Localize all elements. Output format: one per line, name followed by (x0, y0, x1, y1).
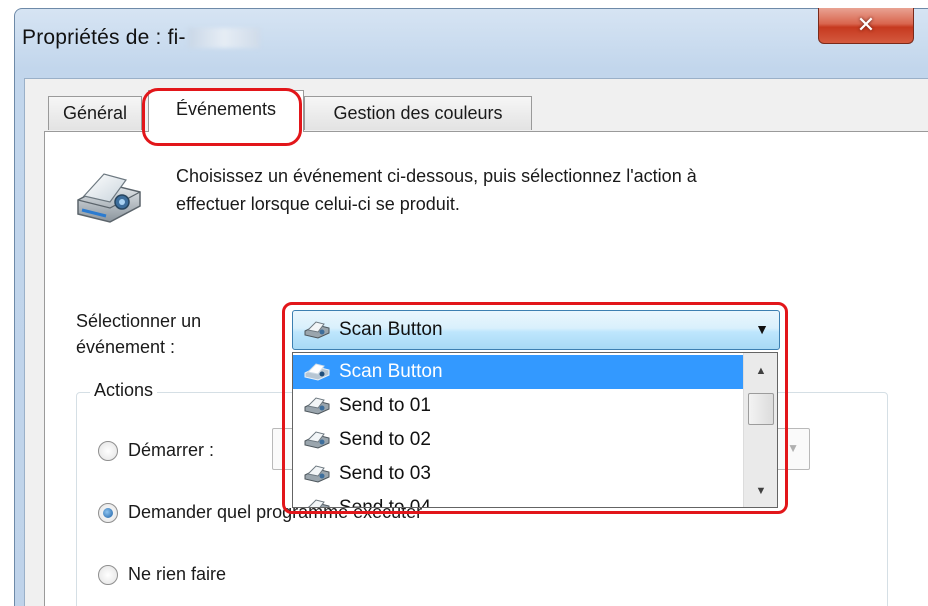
radio-do-nothing[interactable]: Ne rien faire (98, 564, 226, 585)
radio-button[interactable] (98, 502, 118, 523)
select-event-label-line: événement : (76, 337, 176, 357)
scanner-small-icon (304, 431, 330, 449)
tab-label: Général (62, 103, 128, 123)
close-button[interactable]: ✕ (818, 8, 914, 44)
list-item-label: Send to 01 (339, 395, 431, 416)
tab-label: Événements (175, 99, 277, 119)
scanner-small-icon (304, 321, 330, 339)
description-line: effectuer lorsque celui-ci se produit. (176, 194, 460, 214)
scanner-icon (77, 173, 141, 223)
scanner-small-icon (304, 465, 330, 483)
scroll-down-icon[interactable]: ▼ (744, 479, 777, 503)
radio-start[interactable]: Démarrer : (98, 440, 214, 461)
list-item-label: Send to 02 (339, 429, 431, 450)
tab-general[interactable]: Général (48, 96, 142, 130)
actions-group-label: Actions (90, 380, 158, 401)
scanner-small-icon (307, 499, 330, 507)
radio-button[interactable] (98, 564, 118, 585)
description-text: Choisissez un événement ci-dessous, puis… (176, 162, 856, 218)
scroll-up-icon[interactable]: ▲ (744, 359, 777, 383)
event-select-value: Scan Button (339, 319, 443, 340)
select-event-label-line: Sélectionner un (76, 311, 202, 331)
radio-button[interactable] (98, 440, 118, 461)
list-item[interactable]: Send to 01 (293, 389, 743, 423)
list-item-label: Send to 03 (339, 463, 431, 484)
scanner-small-icon (304, 397, 330, 415)
event-select[interactable]: Scan Button ▼ (292, 310, 780, 350)
redacted-model-name (187, 28, 260, 49)
tab-color-management[interactable]: Gestion des couleurs (304, 96, 532, 130)
radio-label: Ne rien faire (128, 564, 227, 584)
description-line: Choisissez un événement ci-dessous, puis… (176, 166, 697, 186)
list-item-label: Scan Button (339, 361, 443, 382)
list-item[interactable]: Scan Button (293, 355, 743, 389)
event-dropdown-list[interactable]: Scan Button Send to 01 Send to 02 Send t… (292, 352, 778, 508)
list-item[interactable]: Send to 03 (293, 457, 743, 491)
list-item[interactable]: Send to 02 (293, 423, 743, 457)
chevron-down-icon: ▼ (787, 441, 799, 455)
tab-events[interactable]: Événements (148, 90, 304, 132)
select-event-label: Sélectionner un événement : (76, 308, 201, 360)
window-title: Propriétés de : fi- (22, 26, 260, 50)
radio-label: Démarrer : (128, 440, 215, 460)
dropdown-scrollbar[interactable]: ▲ ▼ (743, 353, 777, 507)
list-item-label: Send to 04 (339, 497, 431, 508)
chevron-down-icon[interactable]: ▼ (755, 321, 769, 337)
tab-label: Gestion des couleurs (333, 103, 503, 123)
list-item[interactable]: Send to 04 (293, 491, 743, 508)
scrollbar-thumb[interactable] (748, 393, 774, 425)
scanner-small-icon (304, 363, 330, 381)
close-icon: ✕ (856, 13, 876, 38)
